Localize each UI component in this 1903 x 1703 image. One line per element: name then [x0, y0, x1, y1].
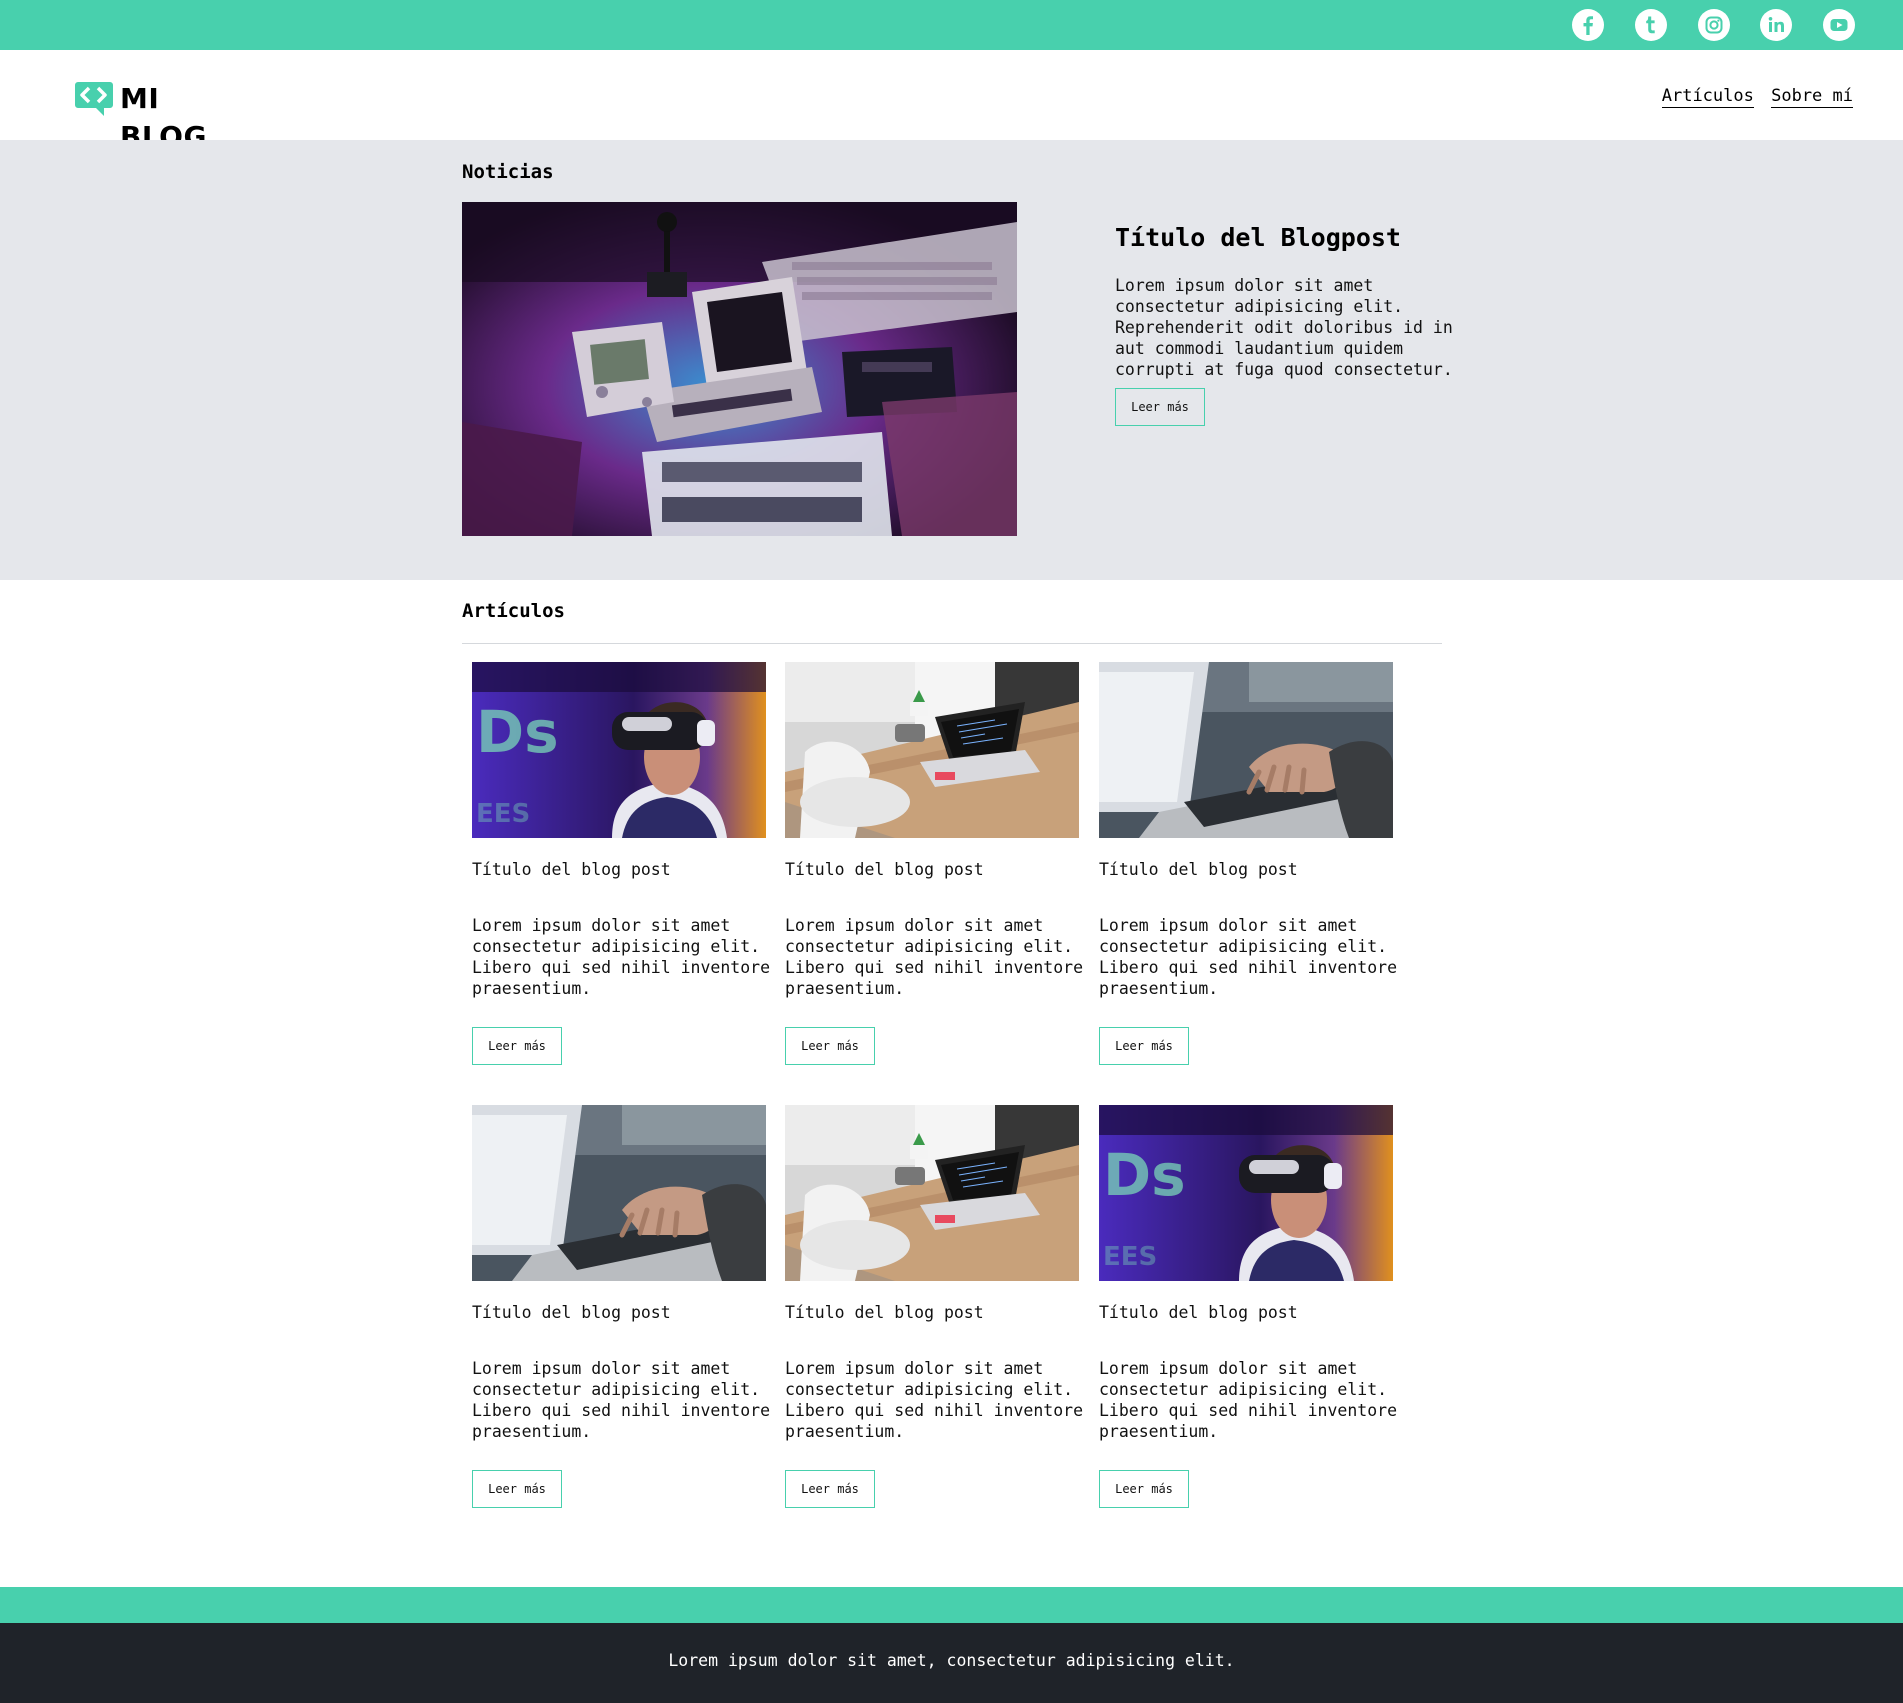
- main-nav: Artículos Sobre mí: [1655, 86, 1853, 108]
- site-logo[interactable]: MI BLOG: [74, 80, 254, 153]
- article-card-excerpt: Lorem ipsum dolor sit amet consectetur a…: [785, 916, 1084, 998]
- top-bar: [0, 0, 1903, 50]
- article-read-more-button[interactable]: Leer más: [1099, 1027, 1189, 1065]
- site-footer: Lorem ipsum dolor sit amet, consectetur …: [0, 1623, 1903, 1703]
- article-card-image[interactable]: [472, 1105, 766, 1281]
- article-card-image[interactable]: [1099, 662, 1393, 838]
- article-card-excerpt: Lorem ipsum dolor sit amet consectetur a…: [1099, 916, 1398, 998]
- footer-accent-band: [0, 1587, 1903, 1623]
- article-card-title[interactable]: Título del blog post: [1099, 1303, 1298, 1322]
- article-card-excerpt: Lorem ipsum dolor sit amet consectetur a…: [785, 1359, 1084, 1441]
- featured-post-image[interactable]: [462, 202, 1017, 536]
- facebook-icon[interactable]: [1572, 9, 1604, 41]
- article-card-image[interactable]: [1099, 1105, 1393, 1281]
- instagram-icon[interactable]: [1698, 9, 1730, 41]
- article-card-excerpt: Lorem ipsum dolor sit amet consectetur a…: [472, 1359, 771, 1441]
- article-read-more-button[interactable]: Leer más: [785, 1470, 875, 1508]
- linkedin-icon[interactable]: [1760, 9, 1792, 41]
- article-card-title[interactable]: Título del blog post: [785, 860, 984, 879]
- article-read-more-button[interactable]: Leer más: [472, 1027, 562, 1065]
- article-read-more-button[interactable]: Leer más: [1099, 1470, 1189, 1508]
- featured-post-title[interactable]: Título del Blogpost: [1115, 223, 1401, 252]
- articles-divider: [462, 643, 1442, 644]
- article-card-image[interactable]: [472, 662, 766, 838]
- nav-link-sobre-mi[interactable]: Sobre mí: [1771, 86, 1853, 108]
- article-card-image[interactable]: [785, 1105, 1079, 1281]
- logo-icon: [75, 82, 113, 116]
- article-card-title[interactable]: Título del blog post: [785, 1303, 984, 1322]
- article-card-title[interactable]: Título del blog post: [472, 1303, 671, 1322]
- article-card-title[interactable]: Título del blog post: [1099, 860, 1298, 879]
- youtube-icon[interactable]: [1823, 9, 1855, 41]
- article-card-excerpt: Lorem ipsum dolor sit amet consectetur a…: [472, 916, 771, 998]
- nav-link-articulos[interactable]: Artículos: [1661, 86, 1754, 108]
- footer-text: Lorem ipsum dolor sit amet, consectetur …: [668, 1651, 1235, 1670]
- article-read-more-button[interactable]: Leer más: [785, 1027, 875, 1065]
- articles-section-title: Artículos: [462, 600, 565, 622]
- site-header: MI BLOG Artículos Sobre mí: [0, 50, 1903, 153]
- article-card-image[interactable]: [785, 662, 1079, 838]
- tumblr-icon[interactable]: [1635, 9, 1667, 41]
- news-section-title: Noticias: [462, 161, 554, 183]
- featured-post-excerpt: Lorem ipsum dolor sit amet consectetur a…: [1115, 276, 1453, 379]
- article-card-title[interactable]: Título del blog post: [472, 860, 671, 879]
- featured-read-more-button[interactable]: Leer más: [1115, 388, 1205, 426]
- article-card-excerpt: Lorem ipsum dolor sit amet consectetur a…: [1099, 1359, 1398, 1441]
- article-read-more-button[interactable]: Leer más: [472, 1470, 562, 1508]
